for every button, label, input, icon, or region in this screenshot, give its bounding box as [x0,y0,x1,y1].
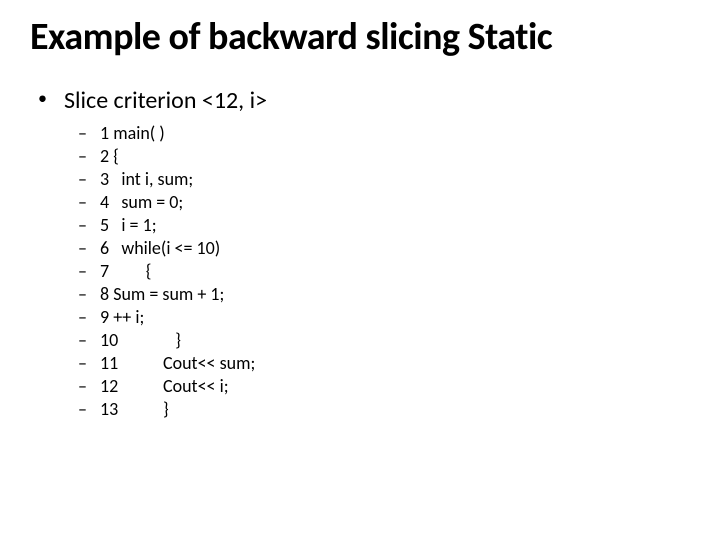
list-item: – 11 Cout<< sum; [78,352,690,375]
dash-icon: – [78,260,100,283]
code-line: 8 Sum = sum + 1; [100,283,224,306]
list-item: – 10 } [78,329,690,352]
code-line: 11 Cout<< sum; [100,352,255,375]
code-line: 12 Cout<< i; [100,375,229,398]
code-line: 10 } [100,329,181,352]
dash-icon: – [78,122,100,145]
dash-icon: – [78,214,100,237]
code-line: 3 int i, sum; [100,168,193,191]
code-line: 7 { [100,260,151,283]
code-line: 13 } [100,398,169,421]
dash-icon: – [78,168,100,191]
dash-icon: – [78,306,100,329]
dash-icon: – [78,191,100,214]
code-line: 2 { [100,145,119,168]
list-item: – 2 { [78,145,690,168]
list-item: – 4 sum = 0; [78,191,690,214]
list-item: – 12 Cout<< i; [78,375,690,398]
dash-icon: – [78,375,100,398]
list-item: – 3 int i, sum; [78,168,690,191]
slide: Example of backward slicing Static • Sli… [0,0,720,540]
dash-icon: – [78,283,100,306]
dash-icon: – [78,398,100,421]
bullet-level1: • Slice criterion <12, i> [38,86,690,116]
code-list: – 1 main( ) – 2 { – 3 int i, sum; – 4 su… [38,122,690,421]
list-item: – 8 Sum = sum + 1; [78,283,690,306]
code-line: 5 i = 1; [100,214,157,237]
dash-icon: – [78,329,100,352]
bullet-dot-icon: • [38,86,64,111]
code-line: 9 ++ i; [100,306,144,329]
list-item: – 13 } [78,398,690,421]
list-item: – 5 i = 1; [78,214,690,237]
list-item: – 1 main( ) [78,122,690,145]
dash-icon: – [78,237,100,260]
code-line: 1 main( ) [100,122,165,145]
list-item: – 6 while(i <= 10) [78,237,690,260]
dash-icon: – [78,352,100,375]
slice-criterion-text: Slice criterion <12, i> [64,86,267,116]
list-item: – 9 ++ i; [78,306,690,329]
dash-icon: – [78,145,100,168]
slide-body: • Slice criterion <12, i> – 1 main( ) – … [30,86,690,421]
code-line: 4 sum = 0; [100,191,183,214]
slide-title: Example of backward slicing Static [30,18,690,58]
list-item: – 7 { [78,260,690,283]
code-line: 6 while(i <= 10) [100,237,220,260]
